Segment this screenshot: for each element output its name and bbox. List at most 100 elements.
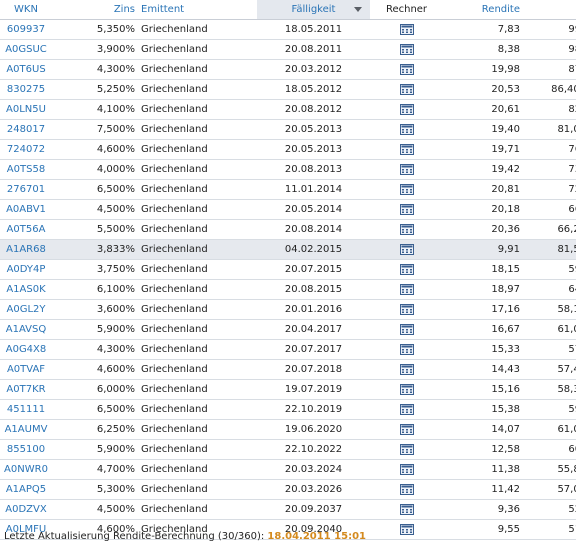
faelligkeit-cell: 20.07.2017 <box>257 339 370 360</box>
column-header-emittent[interactable]: Emittent <box>138 0 257 20</box>
wkn-link[interactable]: A0T56A <box>7 224 46 235</box>
wkn-link[interactable]: 276701 <box>7 184 45 195</box>
kurs-cell: 98,55 <box>523 39 576 60</box>
column-header-rendite[interactable]: Rendite <box>443 0 523 20</box>
zins-cell: 3,750% <box>52 259 138 280</box>
calculator-icon[interactable] <box>399 363 414 375</box>
calculator-icon[interactable] <box>399 463 414 475</box>
calculator-icon[interactable] <box>399 223 414 235</box>
faelligkeit-cell: 20.08.2013 <box>257 159 370 180</box>
calculator-icon[interactable] <box>399 203 414 215</box>
kurs-cell: 58,16 G <box>523 299 576 320</box>
wkn-link[interactable]: 724072 <box>7 144 45 155</box>
rendite-cell: 20,18 <box>443 199 523 220</box>
rechner-cell <box>370 259 443 280</box>
wkn-link[interactable]: 248017 <box>7 124 45 135</box>
calculator-icon[interactable] <box>399 503 414 515</box>
calculator-icon[interactable] <box>399 63 414 75</box>
wkn-link[interactable]: 830275 <box>7 84 45 95</box>
emittent-cell: Griechenland <box>138 319 257 340</box>
calculator-icon[interactable] <box>399 483 414 495</box>
zins-cell: 4,500% <box>52 199 138 220</box>
rendite-cell: 18,97 <box>443 279 523 300</box>
emittent-cell: Griechenland <box>138 219 257 240</box>
wkn-link[interactable]: A0G4X8 <box>6 344 47 355</box>
wkn-link[interactable]: A0LN5U <box>6 104 46 115</box>
kurs-cell: 64,00 <box>523 279 576 300</box>
kurs-cell: 61,00 G <box>523 319 576 340</box>
calculator-icon[interactable] <box>399 423 414 435</box>
wkn-cell: A0T56A <box>0 219 52 240</box>
calculator-icon[interactable] <box>399 383 414 395</box>
column-header-rechner: Rechner <box>370 0 443 20</box>
table-row: A1AVSQ 5,900% Griechenland 20.04.2017 16,67 6… <box>0 319 576 340</box>
wkn-link[interactable]: A0T7KR <box>6 384 45 395</box>
wkn-link[interactable]: A0TS58 <box>7 164 45 175</box>
wkn-link[interactable]: A0GSUC <box>5 44 47 55</box>
zins-cell: 3,900% <box>52 39 138 60</box>
column-header-zins[interactable]: Zins <box>52 0 138 20</box>
calculator-icon[interactable] <box>399 103 414 115</box>
calculator-icon[interactable] <box>399 263 414 275</box>
calculator-icon[interactable] <box>399 83 414 95</box>
table-row: A0NWR0 4,700% Griechenland 20.03.2024 11,38 5… <box>0 459 576 480</box>
calculator-icon[interactable] <box>399 183 414 195</box>
wkn-link[interactable]: A0DZVX <box>5 504 46 515</box>
calculator-icon[interactable] <box>399 23 414 35</box>
wkn-link[interactable]: A1AUMV <box>5 424 48 435</box>
rendite-cell: 19,40 <box>443 119 523 140</box>
faelligkeit-cell: 20.04.2017 <box>257 319 370 340</box>
calculator-icon[interactable] <box>399 163 414 175</box>
rechner-cell <box>370 279 443 300</box>
wkn-link[interactable]: A0TVAF <box>7 364 45 375</box>
wkn-link[interactable]: A0GL2Y <box>7 304 46 315</box>
rechner-cell <box>370 199 443 220</box>
wkn-link[interactable]: A0T6US <box>6 64 45 75</box>
rendite-cell: 9,36 <box>443 499 523 520</box>
wkn-link[interactable]: A1AVSQ <box>6 324 46 335</box>
calculator-icon[interactable] <box>399 443 414 455</box>
calculator-icon[interactable] <box>399 123 414 135</box>
rendite-cell: 20,61 <box>443 99 523 120</box>
rechner-cell <box>370 319 443 340</box>
wkn-link[interactable]: A0ABV1 <box>6 204 46 215</box>
zins-cell: 6,500% <box>52 399 138 420</box>
rendite-cell: 9,91 <box>443 239 523 260</box>
calculator-icon[interactable] <box>399 243 414 255</box>
wkn-link[interactable]: 451111 <box>7 404 45 415</box>
wkn-link[interactable]: A0DY4P <box>7 264 46 275</box>
rendite-cell: 14,07 <box>443 419 523 440</box>
wkn-link[interactable]: A0NWR0 <box>4 464 48 475</box>
faelligkeit-cell: 04.02.2015 <box>257 239 370 260</box>
table-row: A0T56A 5,500% Griechenland 20.08.2014 20,36 6… <box>0 219 576 240</box>
calculator-icon[interactable] <box>399 323 414 335</box>
wkn-link[interactable]: 609937 <box>7 24 45 35</box>
wkn-link[interactable]: A1APQ5 <box>6 484 46 495</box>
column-header-wkn[interactable]: WKN <box>0 0 52 20</box>
emittent-cell: Griechenland <box>138 359 257 380</box>
emittent-cell: Griechenland <box>138 159 257 180</box>
emittent-cell: Griechenland <box>138 459 257 480</box>
emittent-cell: Griechenland <box>138 499 257 520</box>
table-row: 451111 6,500% Griechenland 22.10.2019 15,38 5… <box>0 399 576 420</box>
calculator-icon[interactable] <box>399 523 414 535</box>
rendite-cell: 18,15 <box>443 259 523 280</box>
emittent-cell: Griechenland <box>138 39 257 60</box>
wkn-link[interactable]: A1AS0K <box>6 284 45 295</box>
calculator-icon[interactable] <box>399 343 414 355</box>
faelligkeit-cell: 18.05.2011 <box>257 19 370 40</box>
calculator-icon[interactable] <box>399 303 414 315</box>
wkn-cell: A0ABV1 <box>0 199 52 220</box>
column-header-kurs[interactable]: Kurs <box>523 0 576 20</box>
calculator-icon[interactable] <box>399 143 414 155</box>
emittent-cell: Griechenland <box>138 439 257 460</box>
calculator-icon[interactable] <box>399 43 414 55</box>
wkn-link[interactable]: 855100 <box>7 444 45 455</box>
table-row: A0T6US 4,300% Griechenland 20.03.2012 19,98 8… <box>0 59 576 80</box>
rechner-cell <box>370 499 443 520</box>
wkn-link[interactable]: A1AR68 <box>6 244 46 255</box>
table-row: A0DZVX 4,500%Griechenland20.09.2037 9,3652… <box>0 499 576 520</box>
calculator-icon[interactable] <box>399 403 414 415</box>
calculator-icon[interactable] <box>399 283 414 295</box>
column-header-faelligkeit[interactable]: Fälligkeit <box>257 0 370 20</box>
